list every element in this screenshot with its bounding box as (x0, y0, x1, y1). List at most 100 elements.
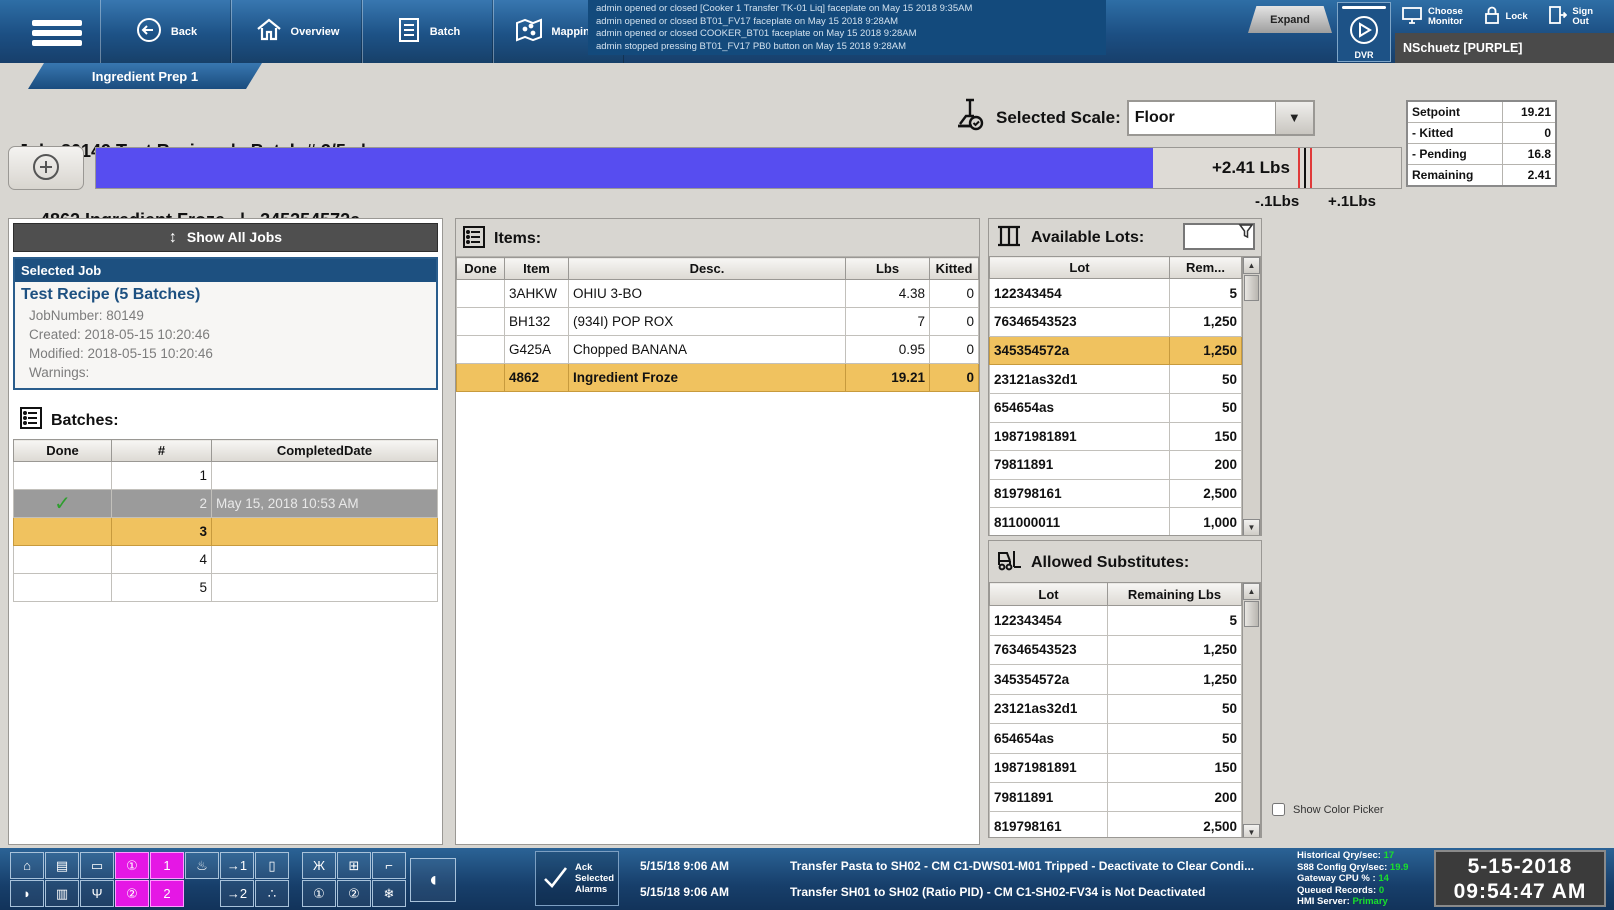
monitor-icon (1401, 5, 1423, 28)
tab-ingredient-prep-1[interactable]: Ingredient Prep 1 (28, 63, 262, 89)
scale-dropdown-value: Floor (1129, 102, 1275, 134)
scroll-down-button[interactable]: ▼ (1243, 824, 1260, 838)
back-button[interactable]: Back (100, 0, 231, 63)
menu-button[interactable] (26, 8, 88, 54)
forklift-icon[interactable]: ⌐ (372, 852, 406, 879)
lot-row[interactable]: 763465435231,250 (990, 308, 1242, 337)
substitute-row[interactable]: 23121as32d150 (990, 694, 1242, 723)
cooker-1-icon[interactable]: ① (115, 852, 149, 879)
session-cluster: Choose Monitor Lock Sign Out NSchuetz [P… (1395, 0, 1614, 63)
batches-table: Done # CompletedDate 1 ✓2May 15, 2018 10… (13, 439, 438, 602)
batch-button[interactable]: Batch (362, 0, 493, 63)
batch-row-done[interactable]: ✓2May 15, 2018 10:53 AM (14, 490, 438, 518)
spray-icon[interactable]: ∴ (255, 880, 289, 907)
jug-2-icon[interactable]: ② (337, 880, 371, 907)
column-header[interactable]: Done (14, 440, 112, 462)
weight-label: Setpoint (1407, 101, 1503, 123)
scroll-up-button[interactable]: ▲ (1243, 583, 1260, 600)
column-header[interactable]: # (112, 440, 212, 462)
bottle-icon[interactable]: ▯ (255, 852, 289, 879)
show-all-jobs-button[interactable]: ↕Show All Jobs (13, 223, 438, 252)
show-color-picker[interactable]: Show Color Picker (1268, 800, 1383, 819)
scale-dropdown[interactable]: Floor ▼ (1127, 100, 1315, 136)
substitute-row[interactable]: 654654as50 (990, 724, 1242, 753)
mixer-icon[interactable]: Ψ (80, 880, 114, 907)
sign-out-icon (1547, 5, 1567, 28)
transfer-2-icon[interactable]: →2 (220, 880, 254, 907)
clipboard-icon[interactable]: ▤ (45, 852, 79, 879)
weight-value: 16.8 (1503, 144, 1556, 165)
lot-row[interactable]: 8110000111,000 (990, 508, 1242, 536)
batch-row-selected[interactable]: 3 (14, 518, 438, 546)
alarm-row[interactable]: 5/15/18 9:06 AM Transfer SH01 to SH02 (R… (640, 879, 1295, 905)
batch-row[interactable]: 5 (14, 574, 438, 602)
barrel-icon[interactable]: ▥ (45, 880, 79, 907)
scroll-thumb[interactable] (1244, 275, 1259, 301)
cheese-icon[interactable]: ◗ (10, 880, 44, 907)
overview-button[interactable]: Overview (231, 0, 362, 63)
jug-1-icon[interactable]: ① (302, 880, 336, 907)
column-header[interactable]: Rem... (1170, 257, 1242, 279)
logged-in-user: NSchuetz [PURPLE] (1395, 33, 1614, 63)
job-title: Test Recipe (5 Batches) (15, 284, 436, 306)
scroll-thumb[interactable] (1244, 601, 1259, 627)
chevron-down-icon[interactable]: ▼ (1275, 102, 1313, 134)
lot-row[interactable]: 79811891200 (990, 451, 1242, 480)
lot-row[interactable]: 8197981612,500 (990, 479, 1242, 508)
cart-icon[interactable]: ⊞ (337, 852, 371, 879)
expand-button[interactable]: Expand (1248, 6, 1332, 33)
lot-row[interactable]: 19871981891150 (990, 422, 1242, 451)
empty-slot (185, 880, 219, 907)
column-header[interactable]: Lot (990, 583, 1108, 606)
column-header[interactable]: Kitted (930, 258, 979, 280)
lot-row[interactable]: 23121as32d150 (990, 365, 1242, 394)
event-log-line: admin opened or closed COOKER_BT01 facep… (596, 28, 1098, 41)
column-header[interactable]: Done (457, 258, 505, 280)
column-header[interactable]: Item (505, 258, 569, 280)
substitute-row[interactable]: 1223434545 (990, 606, 1242, 635)
choose-monitor-button[interactable]: Choose Monitor (1395, 0, 1469, 33)
snowflake-icon[interactable]: ❄ (372, 880, 406, 907)
dvr-button[interactable]: DVR (1337, 2, 1391, 62)
column-header[interactable]: Lot (990, 257, 1170, 279)
item-row-selected[interactable]: 4862Ingredient Froze19.210 (457, 364, 979, 392)
batch-row[interactable]: 1 (14, 462, 438, 490)
add-weight-button[interactable] (8, 146, 84, 190)
alarm-row[interactable]: 5/15/18 9:06 AM Transfer Pasta to SH02 -… (640, 853, 1295, 879)
column-header[interactable]: Remaining Lbs (1108, 583, 1242, 606)
item-row[interactable]: BH132(934I) POP ROX70 (457, 308, 979, 336)
scroll-up-button[interactable]: ▲ (1243, 257, 1260, 274)
substitute-row[interactable]: 8197981612,500 (990, 812, 1242, 838)
sign-out-button[interactable]: Sign Out (1541, 0, 1614, 33)
package-icon[interactable]: ▭ (80, 852, 114, 879)
home-icon[interactable]: ⌂ (10, 852, 44, 879)
cooker-2-icon[interactable]: ② (115, 880, 149, 907)
scroll-down-button[interactable]: ▼ (1243, 519, 1260, 536)
show-color-picker-checkbox[interactable] (1272, 803, 1285, 816)
tank-1-icon[interactable]: 1 (150, 852, 184, 879)
substitute-row[interactable]: 763465435231,250 (990, 635, 1242, 664)
substitute-row[interactable]: 19871981891150 (990, 753, 1242, 782)
lot-row[interactable]: 654654as50 (990, 393, 1242, 422)
column-header[interactable]: CompletedDate (212, 440, 438, 462)
top-toolbar: Back Overview Batch Mappings admin opene… (0, 0, 1614, 63)
lot-row[interactable]: 1223434545 (990, 279, 1242, 308)
item-row[interactable]: 3AHKWOHIU 3-BO4.380 (457, 280, 979, 308)
column-header[interactable]: Lbs (846, 258, 930, 280)
bug-icon[interactable]: Ж (302, 852, 336, 879)
lock-button[interactable]: Lock (1469, 0, 1542, 33)
item-row[interactable]: G425AChopped BANANA0.950 (457, 336, 979, 364)
funnel-icon (1238, 223, 1254, 239)
substitute-row[interactable]: 79811891200 (990, 782, 1242, 811)
cheese-large-icon[interactable]: ◖ (410, 858, 456, 902)
transfer-1-icon[interactable]: →1 (220, 852, 254, 879)
lot-row-selected[interactable]: 345354572a1,250 (990, 336, 1242, 365)
tank-2-icon[interactable]: 2 (150, 880, 184, 907)
noodles-icon[interactable]: ♨ (185, 852, 219, 879)
column-header[interactable]: Desc. (569, 258, 846, 280)
scale-icon (952, 96, 990, 139)
ack-selected-alarms-button[interactable]: Ack Selected Alarms (535, 851, 619, 906)
available-lots-panel: Available Lots: Lot Rem... 1223434545 76… (988, 218, 1262, 536)
substitute-row[interactable]: 345354572a1,250 (990, 665, 1242, 694)
batch-row[interactable]: 4 (14, 546, 438, 574)
